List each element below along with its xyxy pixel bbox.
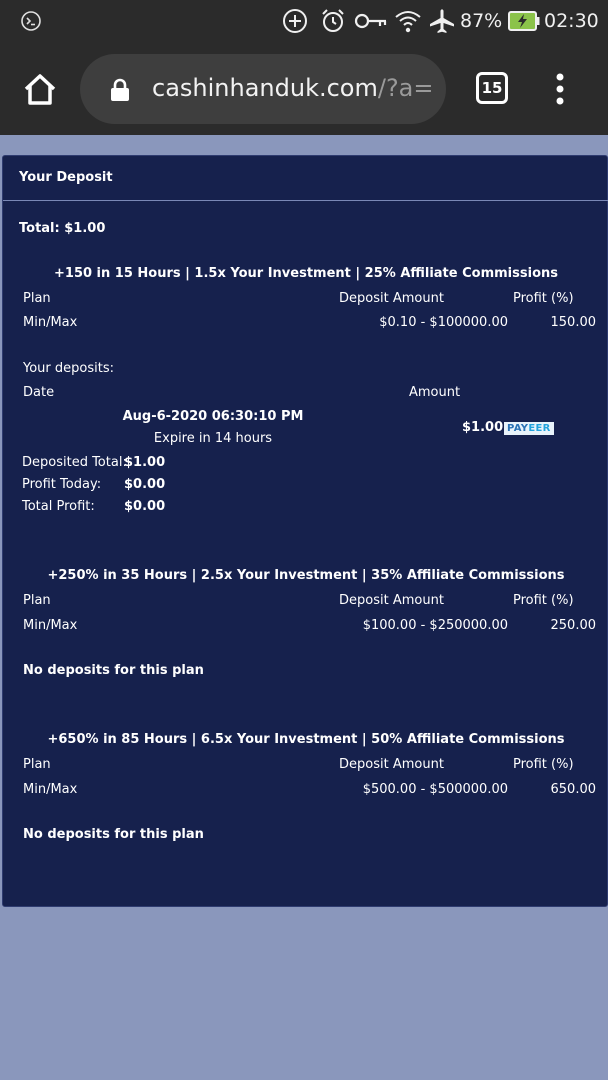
- plan-header: Plan: [23, 757, 51, 772]
- plan-title: +650% in 85 Hours | 6.5x Your Investment…: [47, 732, 565, 747]
- plan-profit: 250.00: [550, 618, 597, 633]
- no-deposits-message: No deposits for this plan: [23, 663, 204, 678]
- total-profit-value: $0.00: [124, 499, 166, 514]
- deposit-amount: $1.00: [462, 420, 504, 435]
- plan-title: +150 in 15 Hours | 1.5x Your Investment …: [54, 266, 558, 281]
- plan-header: Plan: [23, 291, 51, 306]
- browser-toolbar: cashinhanduk.com/?a= 15: [0, 42, 608, 135]
- plan-profit: 150.00: [550, 315, 597, 330]
- minmax-label: Min/Max: [23, 618, 78, 633]
- deposited-total-label: Deposited Total:: [22, 455, 127, 470]
- total-profit-label: Total Profit:: [22, 499, 95, 514]
- profit-header: Profit (%): [513, 593, 574, 608]
- terminal-icon: [20, 7, 42, 35]
- deposited-total-value: $1.00: [124, 455, 166, 470]
- date-header: Date: [23, 385, 55, 400]
- key-icon: [354, 7, 388, 35]
- plan-title: +250% in 35 Hours | 2.5x Your Investment…: [47, 568, 565, 583]
- airplane-icon: [428, 7, 456, 35]
- amount-header: Amount: [409, 385, 461, 400]
- profit-header: Profit (%): [513, 757, 574, 772]
- battery-charging-icon: [508, 7, 540, 35]
- your-deposits-label: Your deposits:: [23, 361, 114, 376]
- tab-switcher-button[interactable]: 15: [476, 72, 508, 104]
- deposit-amount-header: Deposit Amount: [339, 593, 444, 608]
- deposit-amount-header: Deposit Amount: [339, 757, 444, 772]
- wifi-icon: [394, 7, 422, 35]
- payeer-logo-part-a: PAY: [507, 423, 529, 434]
- payeer-logo-part-b: EER: [528, 423, 551, 434]
- plan-range: $100.00 - $250000.00: [362, 618, 508, 633]
- home-button[interactable]: [20, 70, 60, 110]
- profit-today-label: Profit Today:: [22, 477, 102, 492]
- plan-profit: 650.00: [550, 782, 597, 797]
- url-bar[interactable]: cashinhanduk.com/?a=: [80, 54, 446, 124]
- minmax-label: Min/Max: [23, 782, 78, 797]
- more-vert-icon: [556, 73, 564, 105]
- deposit-amount-header: Deposit Amount: [339, 291, 444, 306]
- minmax-label: Min/Max: [23, 315, 78, 330]
- total-label: Total: $1.00: [19, 221, 106, 236]
- url-domain: cashinhanduk.com: [152, 74, 378, 102]
- deposit-expire: Expire in 14 hours: [153, 431, 273, 446]
- deposit-panel: Your Deposit Total: $1.00 +150 in 15 Hou…: [2, 155, 608, 907]
- plan-header: Plan: [23, 593, 51, 608]
- battery-percent: 87%: [460, 10, 503, 32]
- url-path: /?a=: [377, 74, 434, 102]
- alarm-icon: [320, 7, 346, 35]
- no-deposits-message: No deposits for this plan: [23, 827, 204, 842]
- panel-header: Your Deposit: [3, 156, 608, 201]
- deposit-date: Aug-6-2020 06:30:10 PM: [122, 409, 304, 424]
- home-icon: [24, 74, 56, 105]
- profit-today-value: $0.00: [124, 477, 166, 492]
- overflow-menu-button[interactable]: [553, 72, 567, 106]
- lock-icon: [110, 78, 130, 106]
- profit-header: Profit (%): [513, 291, 574, 306]
- panel-title: Your Deposit: [19, 170, 113, 185]
- payeer-logo: PAYEER: [504, 422, 554, 435]
- plan-range: $500.00 - $500000.00: [362, 782, 508, 797]
- url-text: cashinhanduk.com/?a=: [152, 74, 434, 102]
- plan-range: $0.10 - $100000.00: [379, 315, 508, 330]
- status-bar: 87% 02:30: [0, 0, 608, 42]
- add-circle-icon: [282, 7, 308, 35]
- clock: 02:30: [544, 10, 599, 32]
